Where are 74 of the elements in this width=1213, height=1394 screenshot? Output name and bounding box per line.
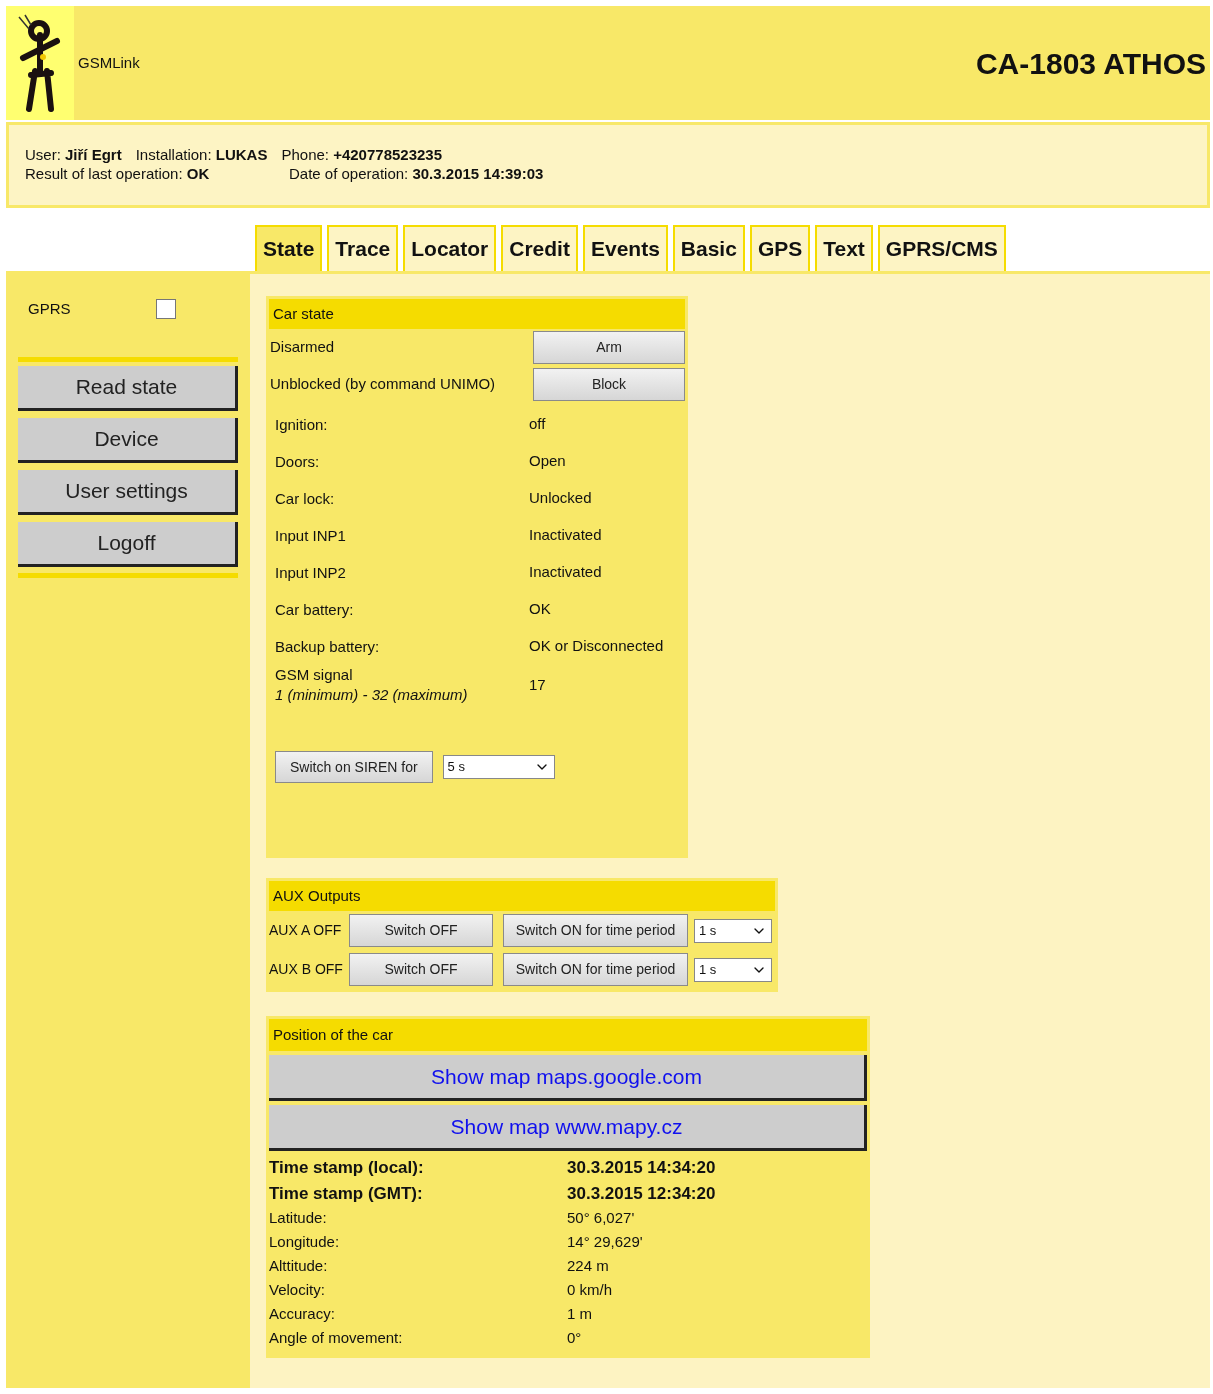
position-label: Latitude: xyxy=(269,1208,328,1228)
info-field: Installation: LUKAS xyxy=(135,145,268,164)
sidebar-button[interactable]: Device xyxy=(18,417,238,463)
sidebar-button[interactable]: User settings xyxy=(18,469,238,515)
panel-header: Position of the car xyxy=(269,1019,867,1051)
position-label: Longitude: xyxy=(269,1232,341,1252)
position-label: Alttitude: xyxy=(269,1256,329,1276)
device-title: CA-1803 ATHOS xyxy=(975,45,1206,82)
position-label: Time stamp (GMT): xyxy=(269,1183,424,1205)
info-field: Phone: +420778523235 xyxy=(281,145,443,164)
info-field: Date of operation: 30.3.2015 14:39:03 xyxy=(289,164,544,183)
state-note: 1 (minimum) - 32 (maximum) xyxy=(275,685,469,705)
state-label: Ignition: xyxy=(275,414,329,435)
state-label: Car battery: xyxy=(275,599,355,620)
command-button[interactable]: Block xyxy=(533,368,685,401)
info-field: User: Jiří Egrt xyxy=(25,145,122,164)
state-label: Backup battery: xyxy=(275,636,381,657)
switch-off-button[interactable]: Switch OFF xyxy=(349,953,493,986)
sidebar-button[interactable]: Logoff xyxy=(18,521,238,567)
position-value: 0° xyxy=(567,1328,582,1348)
aux-label: AUX A OFF xyxy=(269,921,343,940)
state-label: Car lock: xyxy=(275,488,336,509)
position-label: Velocity: xyxy=(269,1280,326,1300)
state-label: Input INP2 xyxy=(275,562,347,583)
state-value: Unlocked xyxy=(529,488,592,509)
gprs-label: GPRS xyxy=(28,299,71,319)
tab[interactable]: Locator xyxy=(403,225,497,271)
sidebar-button[interactable]: Read state xyxy=(18,365,238,411)
position-label: Time stamp (local): xyxy=(269,1157,425,1179)
tab[interactable]: State xyxy=(255,225,323,271)
position-value: 30.3.2015 14:34:20 xyxy=(567,1157,716,1179)
position-value: 224 m xyxy=(567,1256,609,1276)
status-label: Unblocked (by command UNIMO) xyxy=(270,374,496,395)
position-value: 14° 29,629' xyxy=(567,1232,643,1252)
position-value: 30.3.2015 12:34:20 xyxy=(567,1183,716,1205)
state-label: Input INP1 xyxy=(275,525,347,546)
aux-label: AUX B OFF xyxy=(269,960,344,979)
switch-off-button[interactable]: Switch OFF xyxy=(349,914,493,947)
gprs-checkbox[interactable] xyxy=(156,299,176,320)
tab[interactable]: Trace xyxy=(327,225,399,271)
tab[interactable]: Text xyxy=(815,225,873,271)
state-value: Inactivated xyxy=(529,525,602,546)
command-button[interactable]: Arm xyxy=(533,331,685,364)
state-value: off xyxy=(529,414,546,435)
state-label: GSM signal xyxy=(275,665,354,685)
tab[interactable]: GPRS/CMS xyxy=(877,225,1006,271)
info-field: Result of last operation: OK xyxy=(25,164,289,183)
duration-select[interactable]: 1 s xyxy=(694,918,772,943)
duration-select[interactable]: 5 s xyxy=(442,755,555,779)
position-label: Angle of movement: xyxy=(269,1328,404,1348)
switch-on-button[interactable]: Switch ON for time period xyxy=(503,914,688,947)
siren-button[interactable]: Switch on SIREN for xyxy=(275,751,433,783)
tab[interactable]: Events xyxy=(582,225,668,271)
state-value: 17 xyxy=(529,674,546,695)
panel-header: Car state xyxy=(269,299,685,329)
map-link-button[interactable]: Show map maps.google.com xyxy=(269,1055,867,1101)
switch-on-button[interactable]: Switch ON for time period xyxy=(503,953,688,986)
state-value: Open xyxy=(529,451,566,472)
duration-select[interactable]: 1 s xyxy=(694,957,772,982)
tab[interactable]: Basic xyxy=(672,225,745,271)
panel-header: AUX Outputs xyxy=(269,881,775,911)
tab[interactable]: GPS xyxy=(749,225,811,271)
position-value: 0 km/h xyxy=(567,1280,612,1300)
status-label: Disarmed xyxy=(270,337,335,358)
state-value: Inactivated xyxy=(529,562,602,583)
position-label: Accuracy: xyxy=(269,1304,336,1324)
position-value: 1 m xyxy=(567,1304,592,1324)
state-label: Doors: xyxy=(275,451,321,472)
position-value: 50° 6,027' xyxy=(567,1208,635,1228)
map-link-button[interactable]: Show map www.mapy.cz xyxy=(269,1105,867,1151)
brand-name: GSMLink xyxy=(78,52,140,73)
tab[interactable]: Credit xyxy=(501,225,578,271)
state-value: OK xyxy=(529,599,551,620)
state-value: OK or Disconnected xyxy=(529,636,664,657)
